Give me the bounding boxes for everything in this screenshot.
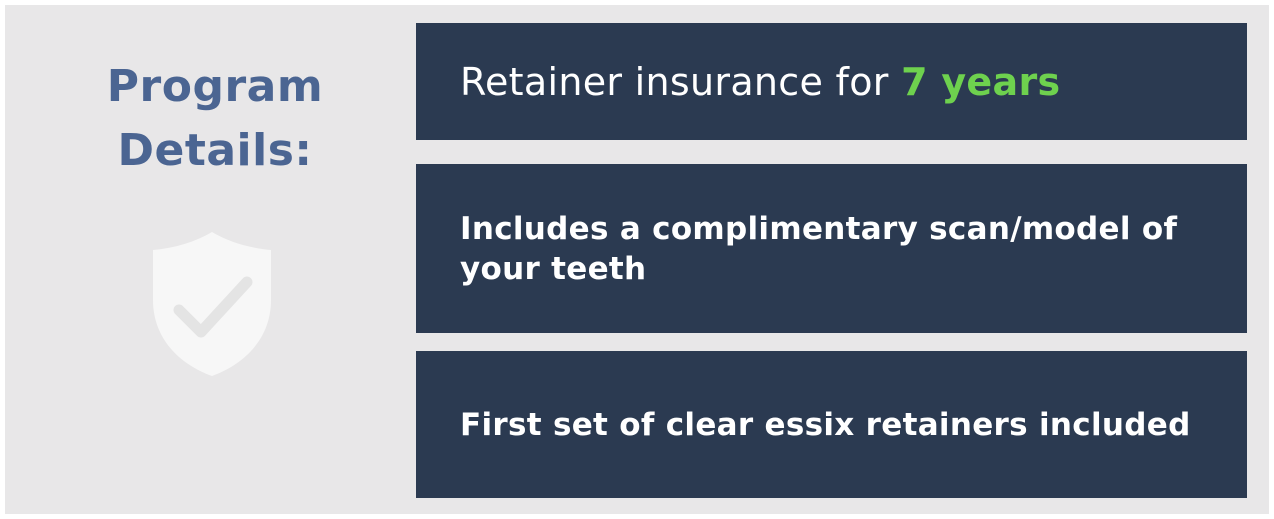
detail-card-scan: Includes a complimentary scan/model of y… — [416, 164, 1247, 333]
page-title: Program Details: — [10, 55, 420, 183]
shield-check-icon — [153, 232, 271, 376]
detail-card-retainers-text: First set of clear essix retainers inclu… — [460, 406, 1191, 443]
program-details-sidebar: Program Details: — [10, 5, 420, 514]
page-title-line-2: Details: — [117, 125, 313, 176]
insurance-label: Retainer insurance for — [460, 59, 902, 104]
detail-card-insurance: Retainer insurance for 7 years — [416, 23, 1247, 140]
detail-card-insurance-text: Retainer insurance for 7 years — [460, 60, 1060, 104]
insurance-duration: 7 years — [901, 59, 1061, 104]
page-title-line-1: Program — [106, 61, 324, 112]
detail-card-retainers: First set of clear essix retainers inclu… — [416, 351, 1247, 498]
detail-card-scan-text: Includes a complimentary scan/model of y… — [460, 210, 1178, 287]
